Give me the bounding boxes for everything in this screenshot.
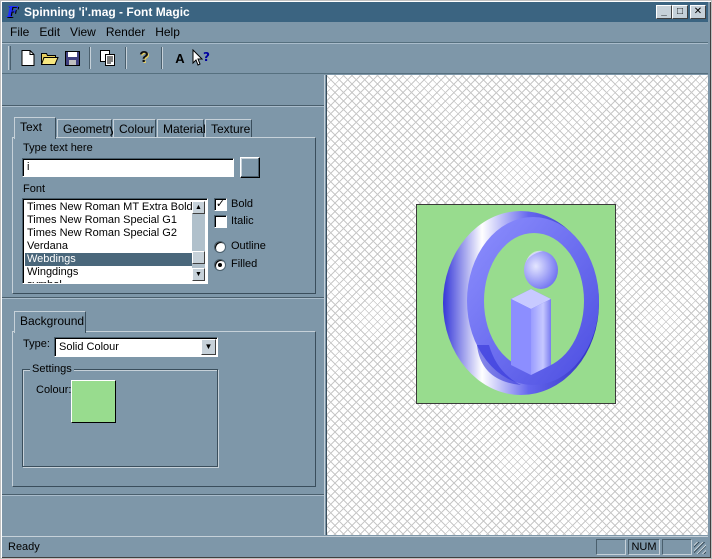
bold-label: Bold: [231, 198, 254, 210]
open-button[interactable]: [39, 47, 61, 69]
font-list[interactable]: Times New Roman MT Extra Bold Times New …: [22, 198, 208, 284]
background-type-value: Solid Colour: [59, 341, 119, 353]
colour-swatch-button[interactable]: [71, 380, 116, 423]
save-icon: [64, 50, 80, 66]
menu-edit[interactable]: Edit: [34, 25, 65, 39]
copy-icon: [100, 50, 115, 66]
text-options-button[interactable]: [240, 157, 260, 178]
help-icon: ?: [139, 49, 149, 66]
settings-label: Settings: [30, 363, 74, 375]
title-bar[interactable]: F Spinning 'i'.mag - Font Magic _ □ ✕: [2, 2, 708, 22]
tab-texture[interactable]: Texture: [205, 119, 252, 138]
render-preview: [416, 204, 616, 404]
font-list-item-selected[interactable]: Webdings: [25, 253, 193, 266]
font-list-item[interactable]: symbol: [25, 279, 193, 283]
context-help-icon: ?: [192, 49, 210, 66]
tab-text[interactable]: Text: [14, 117, 56, 139]
status-bar: Ready NUM: [2, 536, 708, 556]
font-list-item[interactable]: Times New Roman MT Extra Bold: [25, 201, 193, 214]
font-list-item[interactable]: Times New Roman Special G1: [25, 214, 193, 227]
font-button[interactable]: A: [169, 47, 191, 69]
type-text-label: Type text here: [23, 142, 93, 154]
minimize-button[interactable]: _: [656, 5, 672, 19]
font-list-item[interactable]: Times New Roman Special G2: [25, 227, 193, 240]
italic-label: Italic: [231, 215, 254, 227]
menu-view[interactable]: View: [65, 25, 101, 39]
panel-separator: [2, 105, 324, 107]
font-list-scrollbar[interactable]: ▲ ▼: [192, 201, 205, 281]
tab-material[interactable]: Material: [157, 119, 206, 138]
font-icon: A: [175, 50, 185, 66]
spinning-i-glyph: [443, 211, 599, 395]
status-pane-caps: [596, 539, 626, 555]
menu-render[interactable]: Render: [101, 25, 150, 39]
filled-radio[interactable]: [214, 259, 226, 271]
minimize-icon: _: [661, 6, 667, 17]
filled-label: Filled: [231, 258, 258, 270]
open-folder-icon: [41, 52, 59, 65]
context-help-button[interactable]: ?: [191, 47, 213, 69]
background-type-select[interactable]: Solid Colour ▼: [54, 337, 218, 357]
colour-label: Colour:: [36, 384, 72, 396]
bold-checkbox[interactable]: ✓: [214, 198, 227, 211]
toolbar-separator: [125, 47, 127, 69]
resize-grip[interactable]: [694, 542, 706, 554]
type-label: Type:: [23, 338, 50, 350]
status-pane-scrl: [662, 539, 692, 555]
help-button[interactable]: ?: [133, 47, 155, 69]
tab-geometry[interactable]: Geometry: [57, 119, 116, 138]
outline-radio[interactable]: [214, 241, 226, 253]
new-file-icon: [21, 50, 35, 66]
tab-background[interactable]: Background: [14, 311, 86, 333]
chevron-down-icon[interactable]: ▼: [201, 339, 216, 355]
font-list-item[interactable]: Wingdings: [25, 266, 193, 279]
scroll-up-button[interactable]: ▲: [192, 201, 205, 214]
window-title: Spinning 'i'.mag - Font Magic: [24, 5, 190, 19]
new-file-button[interactable]: [17, 47, 39, 69]
save-button[interactable]: [61, 47, 83, 69]
status-pane-num: NUM: [628, 539, 660, 555]
menu-bar: File Edit View Render Help: [2, 22, 708, 42]
tab-colour[interactable]: Colour: [113, 119, 156, 138]
status-text: Ready: [8, 541, 40, 553]
close-button[interactable]: ✕: [690, 5, 706, 19]
outline-label: Outline: [231, 240, 266, 252]
text-input[interactable]: i: [22, 158, 234, 177]
font-list-item[interactable]: Verdana: [25, 240, 193, 253]
toolbar-grip[interactable]: [8, 46, 11, 70]
toolbar-separator: [89, 47, 91, 69]
app-logo-icon: F: [6, 3, 18, 21]
copy-button[interactable]: [97, 47, 119, 69]
menu-help[interactable]: Help: [150, 25, 185, 39]
close-icon: ✕: [693, 6, 703, 17]
maximize-icon: □: [676, 6, 684, 17]
text-input-value: i: [27, 161, 30, 173]
italic-checkbox[interactable]: [214, 215, 227, 228]
font-label: Font: [23, 183, 46, 195]
maximize-button[interactable]: □: [672, 5, 688, 19]
scroll-thumb[interactable]: [192, 251, 205, 264]
menu-file[interactable]: File: [2, 25, 34, 39]
scroll-down-button[interactable]: ▼: [192, 268, 205, 281]
toolbar: ? A ?: [2, 42, 708, 74]
panel-separator: [2, 494, 324, 496]
toolbar-separator: [161, 47, 163, 69]
panel-separator: [2, 297, 324, 299]
svg-text:?: ?: [203, 50, 210, 64]
